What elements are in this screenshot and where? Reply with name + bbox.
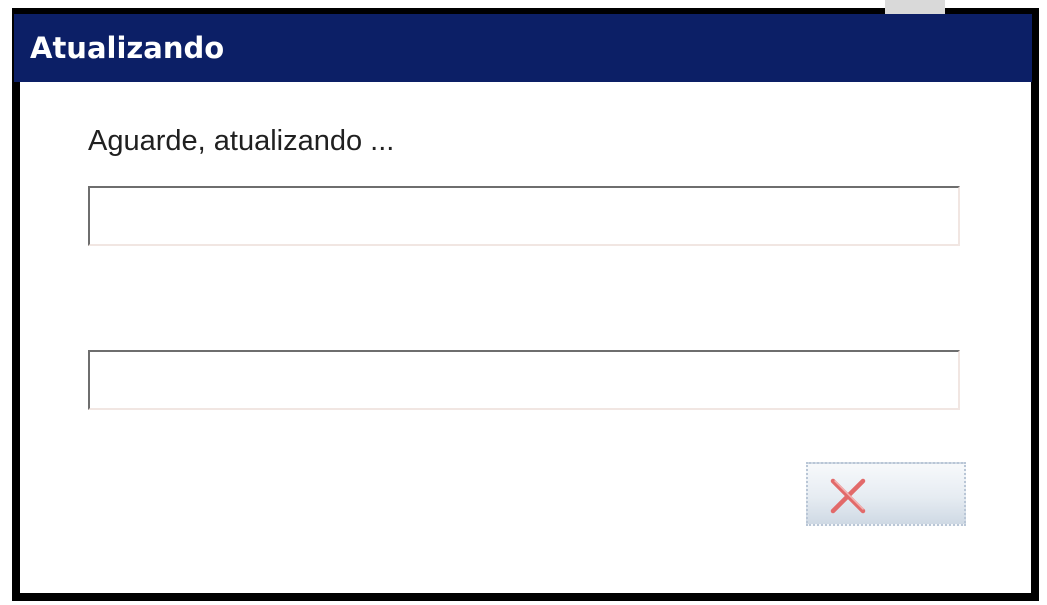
status-message: Aguarde, atualizando ... <box>88 125 395 157</box>
dialog-title: Atualizando <box>30 31 225 65</box>
close-x-icon <box>830 478 866 514</box>
dialog-titlebar[interactable]: Atualizando <box>14 14 1032 82</box>
window-edge-artifact <box>885 0 945 14</box>
progress-bar-secondary <box>88 350 960 410</box>
progress-bar-primary <box>88 186 960 246</box>
cancel-button[interactable] <box>806 462 966 526</box>
